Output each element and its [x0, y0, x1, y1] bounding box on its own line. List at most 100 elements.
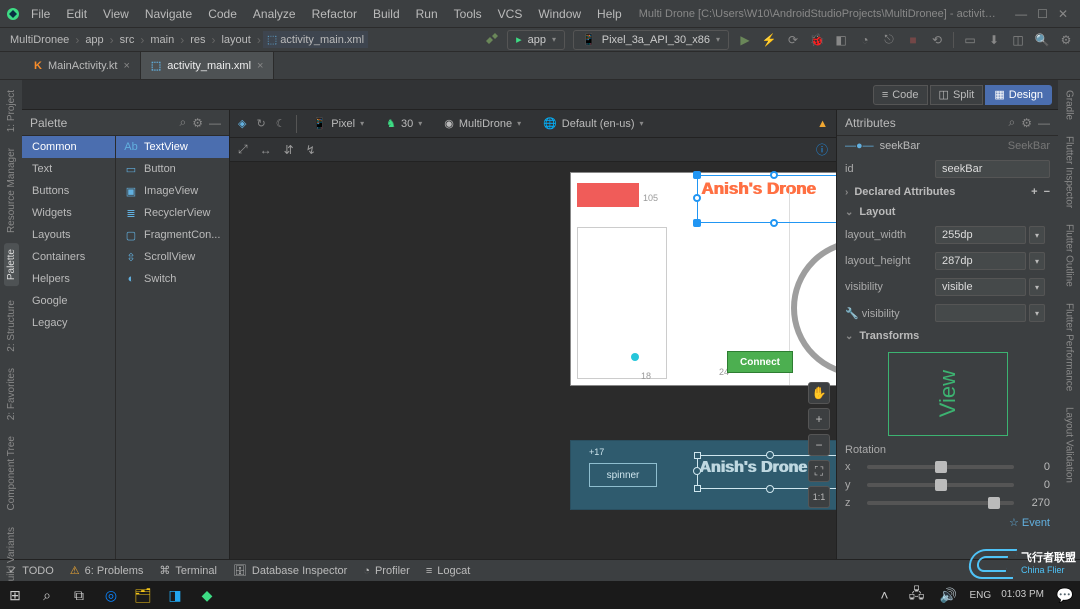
palette-item-imageview[interactable]: ▣ImageView	[116, 180, 229, 202]
palette-item-scrollview[interactable]: ⇳ScrollView	[116, 246, 229, 268]
rail-palette[interactable]: Palette	[4, 243, 19, 286]
menu-file[interactable]: File	[24, 4, 57, 24]
palette-item-recyclerview[interactable]: ≣RecyclerView	[116, 202, 229, 224]
corner-tl[interactable]	[693, 171, 701, 179]
tray-up-icon[interactable]: ˄	[874, 584, 896, 606]
tw-logcat[interactable]: ≡Logcat	[426, 565, 470, 577]
gear-icon[interactable]: ⚙	[192, 116, 203, 130]
guidelines-icon[interactable]: ↯	[306, 143, 316, 157]
close-tab-icon[interactable]: ×	[257, 60, 263, 72]
gear-icon[interactable]: ⚙	[1021, 116, 1032, 130]
avd-manager-icon[interactable]: ▭	[962, 32, 978, 48]
rail-layout-validation[interactable]: Layout Validation	[1062, 401, 1077, 489]
dropdown-icon[interactable]: ▾	[1029, 226, 1045, 244]
run-icon[interactable]: ▶	[737, 32, 753, 48]
constraint-dot[interactable]	[631, 353, 639, 361]
tab-activity-main[interactable]: ⬚ activity_main.xml ×	[141, 52, 275, 79]
handle-top[interactable]	[770, 171, 778, 179]
mode-split[interactable]: ◫Split	[930, 85, 984, 105]
layout-height-select[interactable]: 287dp▾	[935, 252, 1026, 270]
sync-icon[interactable]: ⟲	[929, 32, 945, 48]
dropdown-icon[interactable]: ▾	[1029, 304, 1045, 322]
debug-icon[interactable]: 🐞	[809, 32, 825, 48]
close-icon[interactable]: ✕	[1058, 7, 1068, 21]
start-menu-icon[interactable]: ⊞	[4, 584, 26, 606]
hide-panel-icon[interactable]: —	[1038, 116, 1050, 130]
zoom-out-icon[interactable]: −	[808, 434, 830, 456]
device-selector[interactable]: 📱Pixel_3a_API_30_x86▾	[573, 30, 729, 50]
tab-mainactivity[interactable]: K MainActivity.kt ×	[24, 52, 141, 79]
corner-bl[interactable]	[693, 219, 701, 227]
handle-left[interactable]	[693, 194, 701, 202]
close-tab-icon[interactable]: ×	[123, 60, 129, 72]
bp-corner-bl[interactable]	[694, 485, 701, 492]
rail-flutter-outline[interactable]: Flutter Outline	[1062, 218, 1077, 293]
bp-handle-left[interactable]	[693, 467, 701, 475]
menu-vcs[interactable]: VCS	[491, 4, 530, 24]
handle-bottom[interactable]	[770, 219, 778, 227]
build-icon[interactable]	[483, 32, 499, 48]
tw-profiler[interactable]: ◔Profiler	[363, 565, 410, 577]
android-studio-icon[interactable]: ◆	[196, 584, 218, 606]
add-attr-icon[interactable]: +	[1031, 186, 1037, 198]
visibility-select[interactable]: visible▾	[935, 278, 1026, 296]
palette-cat-widgets[interactable]: Widgets	[22, 202, 115, 224]
palette-cat-buttons[interactable]: Buttons	[22, 180, 115, 202]
bp-handle-bottom[interactable]	[766, 485, 774, 493]
palette-item-button[interactable]: ▭Button	[116, 158, 229, 180]
apply-code-icon[interactable]: ⟳	[785, 32, 801, 48]
pan-tool-icon[interactable]: ↔	[260, 143, 272, 157]
apply-changes-icon[interactable]: ⚡	[761, 32, 777, 48]
rotation-x-slider[interactable]	[867, 465, 1014, 469]
dropdown-icon[interactable]: ▾	[1029, 252, 1045, 270]
attr-layout-head[interactable]: ⌄ Layout	[837, 202, 1058, 222]
mode-code[interactable]: ≡Code	[873, 85, 928, 105]
bp-handle-top[interactable]	[766, 451, 774, 459]
rotation-z-slider[interactable]	[867, 501, 1014, 505]
rail-gradle[interactable]: Gradle	[1062, 84, 1077, 126]
layout-width-select[interactable]: 255dp▾	[935, 226, 1026, 244]
palette-cat-google[interactable]: Google	[22, 290, 115, 312]
menu-navigate[interactable]: Navigate	[138, 4, 199, 24]
locale-pill[interactable]: 🌐Default (en-us)▾	[537, 114, 649, 134]
palette-item-fragment[interactable]: ▢FragmentCon...	[116, 224, 229, 246]
dropdown-icon[interactable]: ▾	[1029, 278, 1045, 296]
rail-structure[interactable]: 2: Structure	[4, 294, 19, 358]
settings-icon[interactable]: ⚙	[1058, 32, 1074, 48]
palette-cat-containers[interactable]: Containers	[22, 246, 115, 268]
crumb-res[interactable]: res	[186, 32, 209, 48]
palette-cat-legacy[interactable]: Legacy	[22, 312, 115, 334]
menu-build[interactable]: Build	[366, 4, 407, 24]
menu-window[interactable]: Window	[531, 4, 588, 24]
design-surface[interactable]: 🔧 105 Anish's Drone put ip here! 24 18	[230, 162, 836, 559]
tw-terminal[interactable]: ⌘Terminal	[159, 564, 217, 577]
design-red-block[interactable]	[577, 183, 639, 207]
palette-cat-text[interactable]: Text	[22, 158, 115, 180]
zoom-in-icon[interactable]: +	[808, 408, 830, 430]
explorer-icon[interactable]: 🗂	[132, 584, 154, 606]
selection-box[interactable]	[697, 175, 836, 223]
rail-component-tree[interactable]: Component Tree	[4, 430, 19, 517]
rotation-y-slider[interactable]	[867, 483, 1014, 487]
design-connect-button[interactable]: Connect	[727, 351, 793, 373]
search-taskbar-icon[interactable]: ⌕	[36, 584, 58, 606]
rail-resource-manager[interactable]: Resource Manager	[4, 142, 19, 239]
profile-icon[interactable]: ◔	[857, 32, 873, 48]
device-pill[interactable]: 📱Pixel▾	[307, 114, 371, 134]
api-pill[interactable]: ♞30▾	[380, 114, 428, 134]
edge-icon[interactable]: ◎	[100, 584, 122, 606]
tw-problems[interactable]: ⚠6: Problems	[70, 564, 144, 577]
pan-mode-icon[interactable]: ✋	[808, 382, 830, 404]
warnings-icon[interactable]: ▲	[817, 118, 828, 130]
attr-transforms-head[interactable]: ⌄ Transforms	[837, 326, 1058, 346]
design-left-area[interactable]	[577, 227, 667, 379]
crumb-layout[interactable]: layout	[217, 32, 254, 48]
menu-run[interactable]: Run	[409, 4, 445, 24]
palette-item-textview[interactable]: AbTextView	[116, 136, 229, 158]
network-icon[interactable]: 🖧	[906, 584, 928, 606]
stop-icon[interactable]: ■	[905, 32, 921, 48]
attr-declared-head[interactable]: › Declared Attributes + −	[837, 182, 1058, 202]
rail-flutter-performance[interactable]: Flutter Performance	[1062, 297, 1077, 397]
search-icon[interactable]: ⌕	[180, 115, 187, 130]
crumb-file[interactable]: ⬚ activity_main.xml	[263, 31, 368, 48]
